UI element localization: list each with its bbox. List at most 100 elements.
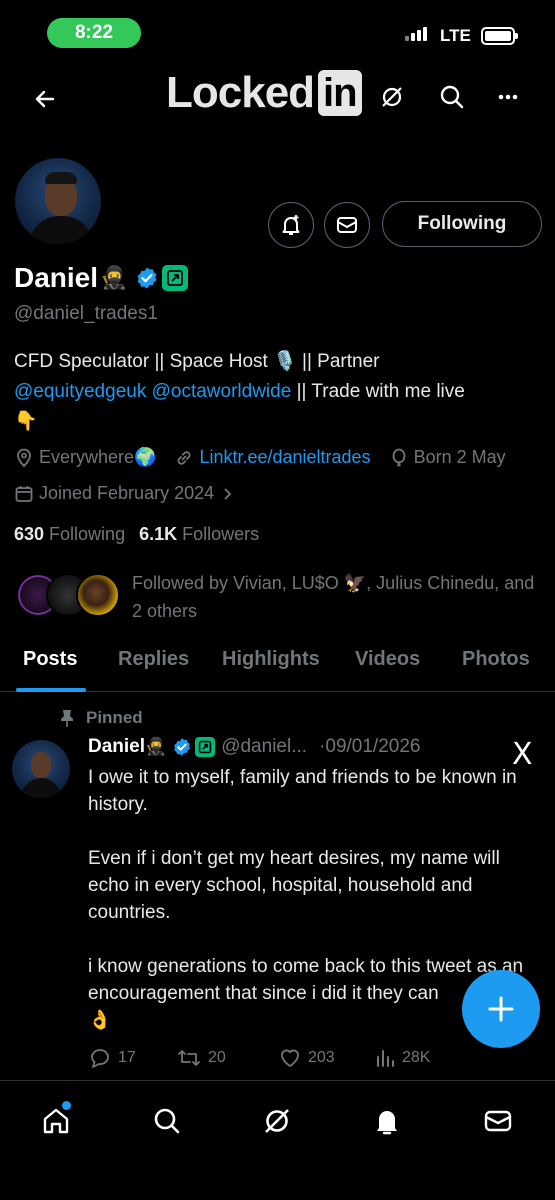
tab-posts[interactable]: Posts: [23, 648, 77, 671]
name-emoji: 🥷: [100, 265, 128, 290]
link-icon: [177, 450, 191, 465]
views-button[interactable]: 28K: [374, 1046, 430, 1070]
birthday-text: Born 2 May: [413, 447, 506, 467]
display-name-row: Daniel 🥷: [14, 259, 189, 297]
bio-line1: CFD Speculator || Space Host 🎙️ || Partn…: [14, 351, 380, 372]
grok-icon: [382, 87, 402, 107]
joined-item[interactable]: Joined February 2024: [14, 483, 239, 504]
like-count: 203: [308, 1049, 335, 1066]
signal-icon: [405, 27, 427, 41]
joined-text: Joined February 2024: [39, 483, 215, 503]
bell-icon: [377, 1111, 397, 1135]
repost-count: 20: [208, 1049, 226, 1066]
following-label: Following: [49, 524, 126, 544]
tweet-date: ·09/01/2026: [319, 736, 421, 757]
bio-emoji: 👇: [14, 411, 38, 432]
verified-icon[interactable]: [135, 266, 159, 290]
verified-icon: [174, 738, 191, 756]
nav-home[interactable]: [36, 1101, 76, 1141]
affiliate-badge-icon[interactable]: [162, 265, 189, 291]
views-icon: [377, 1050, 394, 1067]
search-button[interactable]: [437, 82, 469, 114]
tweet-avatar[interactable]: [12, 740, 70, 798]
reply-icon: [91, 1049, 109, 1068]
nav-grok[interactable]: [257, 1101, 297, 1141]
status-bar: 8:22 LTE: [0, 0, 555, 60]
grok-icon: [265, 1109, 289, 1133]
tweet-author-handle: @daniel...: [221, 736, 308, 757]
location-icon: [17, 448, 31, 467]
reply-button[interactable]: 17: [88, 1046, 136, 1070]
tab-highlights[interactable]: Highlights: [222, 648, 320, 671]
active-tab-indicator: [16, 688, 86, 692]
repost-icon: [178, 1050, 200, 1066]
nav-notifications[interactable]: [367, 1101, 407, 1141]
like-button[interactable]: 203: [278, 1046, 335, 1070]
compose-button[interactable]: [462, 970, 540, 1048]
lockedin-logo: Locked in: [166, 68, 362, 118]
balloon-icon: [392, 448, 405, 466]
profile-handle: @daniel_trades1: [14, 303, 158, 324]
mail-icon: [484, 1110, 512, 1132]
bio-tail: || Trade with me live: [291, 381, 465, 402]
repost-button[interactable]: 20: [176, 1046, 226, 1070]
chevron-right-icon: [224, 487, 232, 500]
notification-bell-icon: [282, 215, 300, 235]
logo-text: Locked: [166, 68, 315, 117]
avatar: [76, 573, 120, 617]
network-label: LTE: [440, 26, 471, 45]
grok-button[interactable]: [379, 84, 405, 115]
pinned-label-row: Pinned: [60, 708, 143, 728]
message-button[interactable]: [324, 202, 370, 248]
profile-tabs: Posts Replies Highlights Videos Photos: [0, 636, 555, 692]
views-count: 28K: [402, 1049, 431, 1066]
tweet-header: Daniel 🥷 @daniel... ·09/01/2026: [88, 736, 420, 758]
website-link[interactable]: Linktr.ee/danieltrades: [199, 447, 370, 468]
bottom-nav: [0, 1080, 555, 1200]
profile-bio: CFD Speculator || Space Host 🎙️ || Partn…: [14, 347, 544, 437]
bio-mention-link[interactable]: @equityedgeuk: [14, 381, 146, 402]
location-item: Everywhere🌍: [14, 447, 156, 468]
logo-badge: in: [318, 70, 362, 116]
pin-icon: [61, 710, 73, 727]
profile-meta-row: Everywhere🌍 Linktr.ee/danieltrades Born …: [14, 447, 524, 468]
home-notification-dot: [62, 1101, 71, 1110]
follow-counts: 630 Following 6.1K Followers: [14, 524, 273, 545]
following-button[interactable]: Following: [382, 201, 542, 247]
affiliate-badge-icon: [195, 737, 216, 757]
followers-label: Followers: [182, 524, 260, 544]
followers-count-link[interactable]: 6.1K Followers: [139, 524, 259, 545]
bio-mention-link[interactable]: @octaworldwide: [152, 381, 292, 402]
joined-row[interactable]: Joined February 2024: [14, 483, 257, 504]
followed-by[interactable]: Followed by Vivian, LU$O 🦅, Julius Chine…: [16, 569, 546, 629]
tab-photos[interactable]: Photos: [462, 648, 530, 671]
tweet-author-name[interactable]: Daniel: [88, 736, 145, 758]
compose-plus-icon: [488, 996, 514, 1022]
reply-count: 17: [118, 1049, 136, 1066]
message-icon: [337, 217, 357, 233]
search-icon: [440, 85, 464, 109]
followed-by-text: Followed by Vivian, LU$O 🦅, Julius Chine…: [132, 573, 535, 621]
tweet-name-emoji: 🥷: [145, 737, 167, 756]
more-button[interactable]: [493, 82, 525, 114]
more-icon: [498, 94, 518, 100]
notifications-button[interactable]: [268, 202, 314, 248]
website-item[interactable]: Linktr.ee/danieltrades: [174, 447, 371, 468]
calendar-icon: [15, 485, 33, 502]
following-count-link[interactable]: 630 Following: [14, 524, 125, 545]
pinned-label: Pinned: [86, 708, 143, 727]
tweet-actions: 17 20 203 28K: [88, 1046, 548, 1076]
tab-videos[interactable]: Videos: [355, 648, 420, 671]
profile-avatar[interactable]: [12, 155, 104, 247]
birthday-item: Born 2 May: [389, 447, 506, 468]
followed-by-avatars: [16, 573, 126, 619]
tab-replies[interactable]: Replies: [118, 648, 189, 671]
back-button[interactable]: [28, 82, 62, 116]
back-arrow-icon: [35, 90, 55, 108]
like-icon: [281, 1049, 299, 1067]
status-time: 8:22: [47, 18, 141, 48]
display-name: Daniel: [14, 262, 99, 293]
nav-search[interactable]: [147, 1101, 187, 1141]
nav-messages[interactable]: [478, 1101, 518, 1141]
followers-count: 6.1K: [139, 524, 178, 544]
